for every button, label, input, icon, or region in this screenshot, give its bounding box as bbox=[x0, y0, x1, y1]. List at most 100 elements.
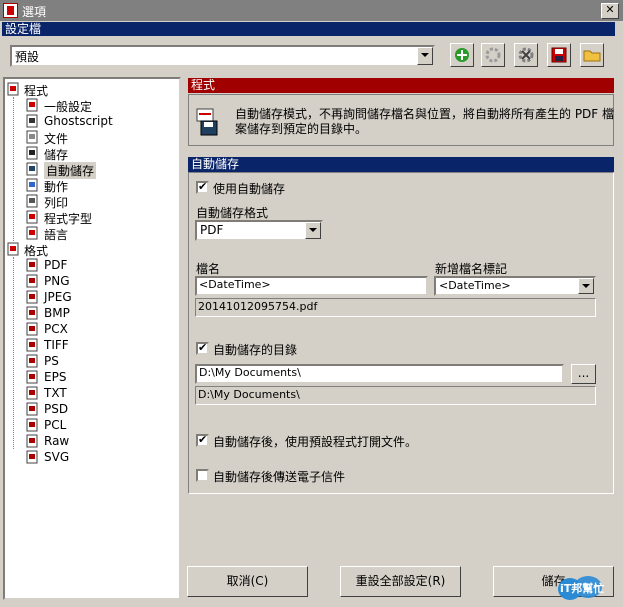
psd-file-icon bbox=[25, 402, 39, 416]
chevron-down-icon[interactable] bbox=[305, 222, 321, 239]
tree-item-pdf-file[interactable]: PDF bbox=[5, 257, 177, 273]
tree-item-print[interactable]: 列印 bbox=[5, 193, 177, 210]
browse-button[interactable]: ... bbox=[571, 364, 596, 384]
filename-input[interactable]: <DateTime> bbox=[195, 276, 428, 296]
use-autosave-checkbox[interactable] bbox=[196, 180, 209, 194]
autosave-directory-label: 自動儲存的目錄 bbox=[213, 343, 298, 357]
tree-item-general-settings[interactable]: 一般設定 bbox=[5, 97, 177, 114]
autosave-icon bbox=[25, 162, 39, 176]
format-select-value: PDF bbox=[200, 223, 224, 237]
open-after-save-label: 自動儲存後，使用預設程式打開文件。 bbox=[213, 435, 418, 449]
cancel-button[interactable]: 取消(C) bbox=[187, 566, 308, 597]
tree-connector-line bbox=[13, 97, 14, 241]
tree-item-ps-file[interactable]: PS bbox=[5, 353, 177, 369]
tree-item-label: PSD bbox=[44, 402, 69, 416]
folder-icon bbox=[583, 50, 601, 62]
save-profile-button[interactable] bbox=[547, 43, 571, 67]
tree-item-label: PS bbox=[44, 354, 59, 368]
tree-item-action[interactable]: 動作 bbox=[5, 177, 177, 194]
profile-header: 設定檔 bbox=[2, 22, 615, 36]
png-file-icon bbox=[25, 274, 39, 288]
font-icon bbox=[25, 210, 39, 224]
profile-select-value: 預設 bbox=[15, 50, 40, 64]
tree-item-ghostscript[interactable]: Ghostscript bbox=[5, 113, 177, 129]
directory-input[interactable]: D:\My Documents\ bbox=[195, 364, 564, 384]
add-icon bbox=[455, 48, 469, 62]
tree-item-svg-file[interactable]: SVG bbox=[5, 449, 177, 465]
language-flag-icon bbox=[25, 226, 39, 240]
autosave-directory-checkbox[interactable] bbox=[196, 341, 209, 355]
watermark-logo: iT邦幫忙 bbox=[556, 574, 614, 602]
raw-file-icon bbox=[25, 434, 39, 448]
tree-item-save[interactable]: 儲存 bbox=[5, 145, 177, 162]
use-autosave-label: 使用自動儲存 bbox=[213, 182, 286, 196]
format-select[interactable]: PDF bbox=[195, 220, 323, 241]
tree-connector-line bbox=[13, 257, 14, 449]
general-settings-icon bbox=[25, 98, 39, 112]
jpeg-file-icon bbox=[25, 290, 39, 304]
pdf-file-icon bbox=[25, 258, 39, 272]
tree-item-bmp-file[interactable]: BMP bbox=[5, 305, 177, 321]
ps-file-icon bbox=[25, 354, 39, 368]
tree-item-format-folder[interactable]: 格式 bbox=[5, 241, 177, 258]
add-token-select[interactable]: <DateTime> bbox=[434, 276, 596, 296]
tree-item-label: PNG bbox=[44, 274, 70, 288]
tree-item-language-flag[interactable]: 語言 bbox=[5, 225, 177, 242]
add-profile-button[interactable] bbox=[450, 43, 474, 67]
bmp-file-icon bbox=[25, 306, 39, 320]
filename-label: 檔名 bbox=[196, 262, 221, 276]
tree-item-label: JPEG bbox=[44, 290, 72, 304]
tree-item-pcl-file[interactable]: PCL bbox=[5, 417, 177, 433]
profile-select[interactable]: 預設 bbox=[10, 45, 435, 67]
ghostscript-icon bbox=[25, 114, 39, 128]
close-button[interactable]: ✕ bbox=[601, 3, 619, 19]
program-section-header: 程式 bbox=[188, 78, 614, 93]
directory-preview: D:\My Documents\ bbox=[195, 386, 596, 405]
delete-icon bbox=[518, 47, 534, 63]
delete-profile-button[interactable] bbox=[514, 43, 538, 67]
chevron-down-icon[interactable] bbox=[417, 47, 433, 65]
tree-item-psd-file[interactable]: PSD bbox=[5, 401, 177, 417]
settings-tree[interactable]: 程式 一般設定 Ghostscript 文件 儲存 自動儲存 動作 列印 程式字型 語言 格式 PDF… bbox=[3, 77, 181, 600]
tree-item-font[interactable]: 程式字型 bbox=[5, 209, 177, 226]
tree-item-label: PCX bbox=[44, 322, 68, 336]
app-icon bbox=[3, 3, 18, 18]
tree-item-label: Ghostscript bbox=[44, 114, 113, 128]
window-title: 選項 bbox=[22, 5, 47, 19]
autosave-header: 自動儲存 bbox=[188, 157, 614, 172]
save-icon bbox=[25, 146, 39, 160]
format-folder-icon bbox=[6, 242, 20, 256]
add-token-value: <DateTime> bbox=[439, 279, 511, 292]
rename-profile-button[interactable] bbox=[481, 43, 505, 67]
format-label: 自動儲存格式 bbox=[196, 206, 269, 220]
gear-icon bbox=[485, 47, 501, 63]
chevron-down-icon[interactable] bbox=[578, 278, 594, 294]
tree-item-label: EPS bbox=[44, 370, 67, 384]
tree-item-jpeg-file[interactable]: JPEG bbox=[5, 289, 177, 305]
txt-file-icon bbox=[25, 386, 39, 400]
send-email-label: 自動儲存後傳送電子信件 bbox=[213, 470, 346, 484]
tree-item-raw-file[interactable]: Raw bbox=[5, 433, 177, 449]
send-email-checkbox[interactable] bbox=[196, 469, 209, 482]
tiff-file-icon bbox=[25, 338, 39, 352]
tree-item-png-file[interactable]: PNG bbox=[5, 273, 177, 289]
tree-item-tiff-file[interactable]: TIFF bbox=[5, 337, 177, 353]
program-description-panel: 自動儲存模式，不再詢問儲存檔名與位置，將自動將所有產生的 PDF 檔 案儲存到預… bbox=[188, 94, 614, 146]
tree-item-label: Raw bbox=[44, 434, 70, 448]
tree-item-txt-file[interactable]: TXT bbox=[5, 385, 177, 401]
reset-all-button[interactable]: 重設全部設定(R) bbox=[340, 566, 461, 597]
tree-item-label: PCL bbox=[44, 418, 67, 432]
tree-item-eps-file[interactable]: EPS bbox=[5, 369, 177, 385]
floppy-disk-icon bbox=[551, 47, 567, 63]
action-icon bbox=[25, 178, 39, 192]
tree-item-autosave[interactable]: 自動儲存 bbox=[5, 161, 177, 179]
program-description-line2: 案儲存到預定的目錄中。 bbox=[235, 122, 368, 136]
tree-item-document[interactable]: 文件 bbox=[5, 129, 177, 146]
tree-item-program-folder[interactable]: 程式 bbox=[5, 81, 177, 98]
pcx-file-icon bbox=[25, 322, 39, 336]
tree-item-label: TIFF bbox=[44, 338, 69, 352]
svg-file-icon bbox=[25, 450, 39, 464]
open-profile-button[interactable] bbox=[580, 43, 604, 67]
tree-item-pcx-file[interactable]: PCX bbox=[5, 321, 177, 337]
open-after-save-checkbox[interactable] bbox=[196, 433, 209, 447]
